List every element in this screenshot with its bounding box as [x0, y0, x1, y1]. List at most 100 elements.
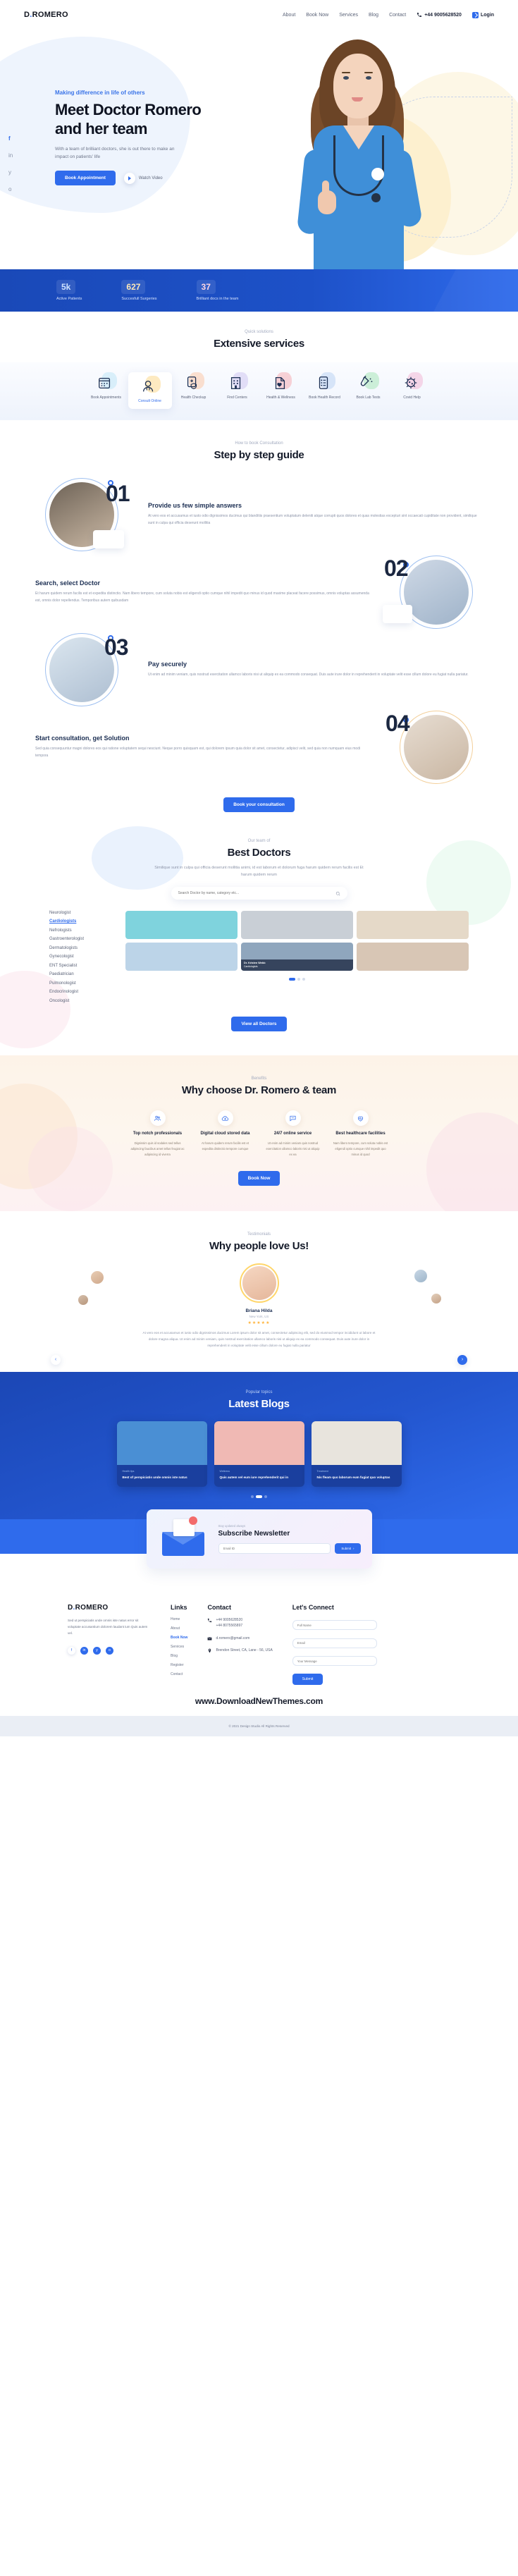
doctor-card[interactable] — [357, 942, 469, 971]
footer-section: D.ROMERO Sed ut perspiciatis unde omnis … — [0, 1593, 518, 1737]
service-item-book-health-record[interactable]: Book Health Record — [303, 372, 347, 409]
specialty-item-oncologist[interactable]: Oncologist — [49, 999, 114, 1003]
testimonial-next-button[interactable]: › — [457, 1354, 467, 1365]
newsletter-submit-button[interactable]: Submit › — [335, 1542, 361, 1554]
footer-link-about[interactable]: About — [171, 1626, 187, 1631]
footer-link-home[interactable]: Home — [171, 1617, 187, 1621]
blogs-header: Popular topics Latest Blogs — [0, 1390, 518, 1410]
testimonial-prev-button[interactable]: ‹ — [51, 1354, 61, 1365]
footer-link-contact[interactable]: Contact — [171, 1672, 187, 1676]
service-item-health-checkup[interactable]: Health Checkup — [172, 372, 216, 409]
specialty-item-gynecologist[interactable]: Gynecologist — [49, 955, 114, 959]
doctor-card[interactable] — [357, 910, 469, 939]
doctors-dot[interactable] — [297, 977, 300, 981]
service-item-covid-help[interactable]: Covid Help — [390, 372, 434, 409]
testimonial-stars: ★★★★★ — [247, 1320, 271, 1325]
linkedin-icon[interactable]: in — [8, 152, 13, 159]
blogs-dot[interactable] — [264, 1495, 267, 1498]
blog-card[interactable]: Treatment Nis fleam quo laborum eum fugia… — [311, 1421, 402, 1487]
site-logo[interactable]: D.ROMERO — [24, 11, 68, 19]
blog-card-body: Wellness Quis autem vel eum iure reprehen… — [214, 1465, 304, 1487]
login-button[interactable]: Login — [471, 11, 494, 18]
doctors-dot[interactable] — [289, 977, 295, 981]
nav-item-blog[interactable]: Blog — [369, 13, 378, 18]
footer-link-blog[interactable]: Blog — [171, 1654, 187, 1658]
specialty-item-neurologist[interactable]: Neurologist — [49, 911, 114, 915]
nav-item-contact[interactable]: Contact — [389, 13, 406, 18]
nav-phone[interactable]: +44 9005628520 — [417, 12, 462, 18]
specialty-item-dermatologists[interactable]: Dermatologists — [49, 946, 114, 950]
blog-card-tag: Health tips — [122, 1469, 135, 1473]
book-appointment-button[interactable]: Book Appointment — [55, 171, 116, 186]
why-book-now-button[interactable]: Book Now — [238, 1170, 280, 1186]
linkedin-icon[interactable]: in — [80, 1646, 88, 1655]
footer-email: d.romero@gmail.com — [216, 1636, 250, 1640]
footer-message-input[interactable] — [292, 1656, 377, 1667]
blog-card-title: Quis autem vel eum iure reprehenderit qu… — [219, 1475, 289, 1479]
footer-email-row[interactable]: d.romero@gmail.com — [207, 1636, 272, 1642]
blog-card[interactable]: Wellness Quis autem vel eum iure reprehen… — [214, 1421, 304, 1487]
doctor-card-caption: Dr. Kristen Webb Cardiologists — [241, 959, 353, 971]
footer-link-register[interactable]: Register — [171, 1663, 187, 1667]
doctor-search-input[interactable] — [178, 890, 335, 895]
service-item-book-appointments[interactable]: Book Appointments — [85, 372, 128, 409]
doctor-card[interactable] — [125, 942, 238, 971]
view-all-doctors-button[interactable]: View all Doctors — [231, 1017, 287, 1032]
youtube-icon[interactable]: o — [8, 186, 13, 192]
blogs-dot[interactable] — [251, 1495, 254, 1498]
nav-item-about[interactable]: About — [283, 13, 295, 18]
nav-item-services[interactable]: Services — [339, 13, 358, 18]
twitter-icon[interactable]: y — [8, 169, 13, 176]
specialty-item-endocrinologist[interactable]: Endocrinologist — [49, 990, 114, 994]
blogs-pagination-dots[interactable] — [0, 1495, 518, 1498]
footer-email-input[interactable] — [292, 1638, 377, 1648]
doctor-card[interactable]: Dr. Kristen Webb Cardiologists — [241, 942, 353, 971]
specialty-item-ent specialist[interactable]: ENT Specialist — [49, 964, 114, 968]
footer-link-book-now[interactable]: Book Now — [171, 1636, 187, 1640]
footer-fullname-input[interactable] — [292, 1620, 377, 1631]
footer-submit-button[interactable]: Submit — [292, 1674, 323, 1686]
hospital-icon — [228, 375, 244, 391]
footer-connect-heading: Let's Connect — [292, 1603, 334, 1611]
steps-header: How to book Consultation Step by step gu… — [0, 441, 518, 461]
service-item-consult-online[interactable]: Consult Online — [128, 372, 172, 409]
search-icon[interactable] — [335, 887, 340, 900]
doctor-card[interactable] — [125, 910, 238, 939]
specialty-item-gastroenterologist[interactable]: Gastroenterologist — [49, 937, 114, 941]
book-consultation-button[interactable]: Book your consultation — [223, 797, 295, 812]
specialty-item-paediatrician[interactable]: Paediatrician — [49, 972, 114, 976]
footer-phone-row[interactable]: +44 9005628520 +44 8075565897 — [207, 1617, 272, 1629]
doctor-card[interactable] — [241, 910, 353, 939]
specialty-item-pulmonologist[interactable]: Pulmonologist — [49, 981, 114, 986]
blogs-title: Latest Blogs — [228, 1397, 290, 1410]
team-icon — [149, 1110, 166, 1127]
testimonial-avatar-3[interactable] — [414, 1268, 428, 1283]
nav-item-book-now[interactable]: Book Now — [306, 13, 328, 18]
logo-prefix: D — [24, 11, 30, 19]
doctors-dot[interactable] — [302, 977, 305, 981]
youtube-icon[interactable]: o — [106, 1646, 113, 1655]
footer-logo[interactable]: D.ROMERO — [68, 1604, 151, 1612]
twitter-icon[interactable]: y — [93, 1646, 101, 1655]
facebook-icon[interactable]: f — [8, 135, 13, 142]
blog-card-body: Health tips Best of perspiciatis unde omn… — [117, 1465, 207, 1487]
facebook-icon[interactable]: f — [68, 1646, 75, 1655]
hero-description: With a team of brilliant doctors, she is… — [55, 146, 175, 160]
watch-video-button[interactable]: Watch Video — [123, 172, 163, 184]
testimonial-avatar-1[interactable] — [90, 1270, 104, 1284]
newsletter-email-input[interactable] — [218, 1542, 331, 1554]
testimonial-avatar-4[interactable] — [431, 1292, 442, 1304]
specialty-item-nefrologists[interactable]: Nefrologists — [49, 928, 114, 933]
doctors-pagination-dots[interactable] — [125, 977, 469, 981]
blogs-dot[interactable] — [256, 1495, 262, 1498]
service-item-book-lab-tests[interactable]: Book Lab Tests — [347, 372, 390, 409]
service-item-health-wellness[interactable]: Health & Wellness — [259, 372, 303, 409]
step-row-3: 03 Pay securely Ut enim ad minim veniam,… — [0, 632, 518, 706]
doctor-search-bar[interactable] — [171, 886, 347, 900]
blog-card[interactable]: Health tips Best of perspiciatis unde omn… — [116, 1421, 207, 1487]
specialty-item-cardiologists[interactable]: Cardiologists — [49, 919, 114, 924]
footer-link-services[interactable]: Services — [171, 1645, 187, 1649]
step-heading-4: Start consultation, get Solution — [35, 734, 130, 742]
service-item-find-centers[interactable]: Find Centers — [216, 372, 259, 409]
testimonial-avatar-2[interactable] — [78, 1294, 89, 1306]
